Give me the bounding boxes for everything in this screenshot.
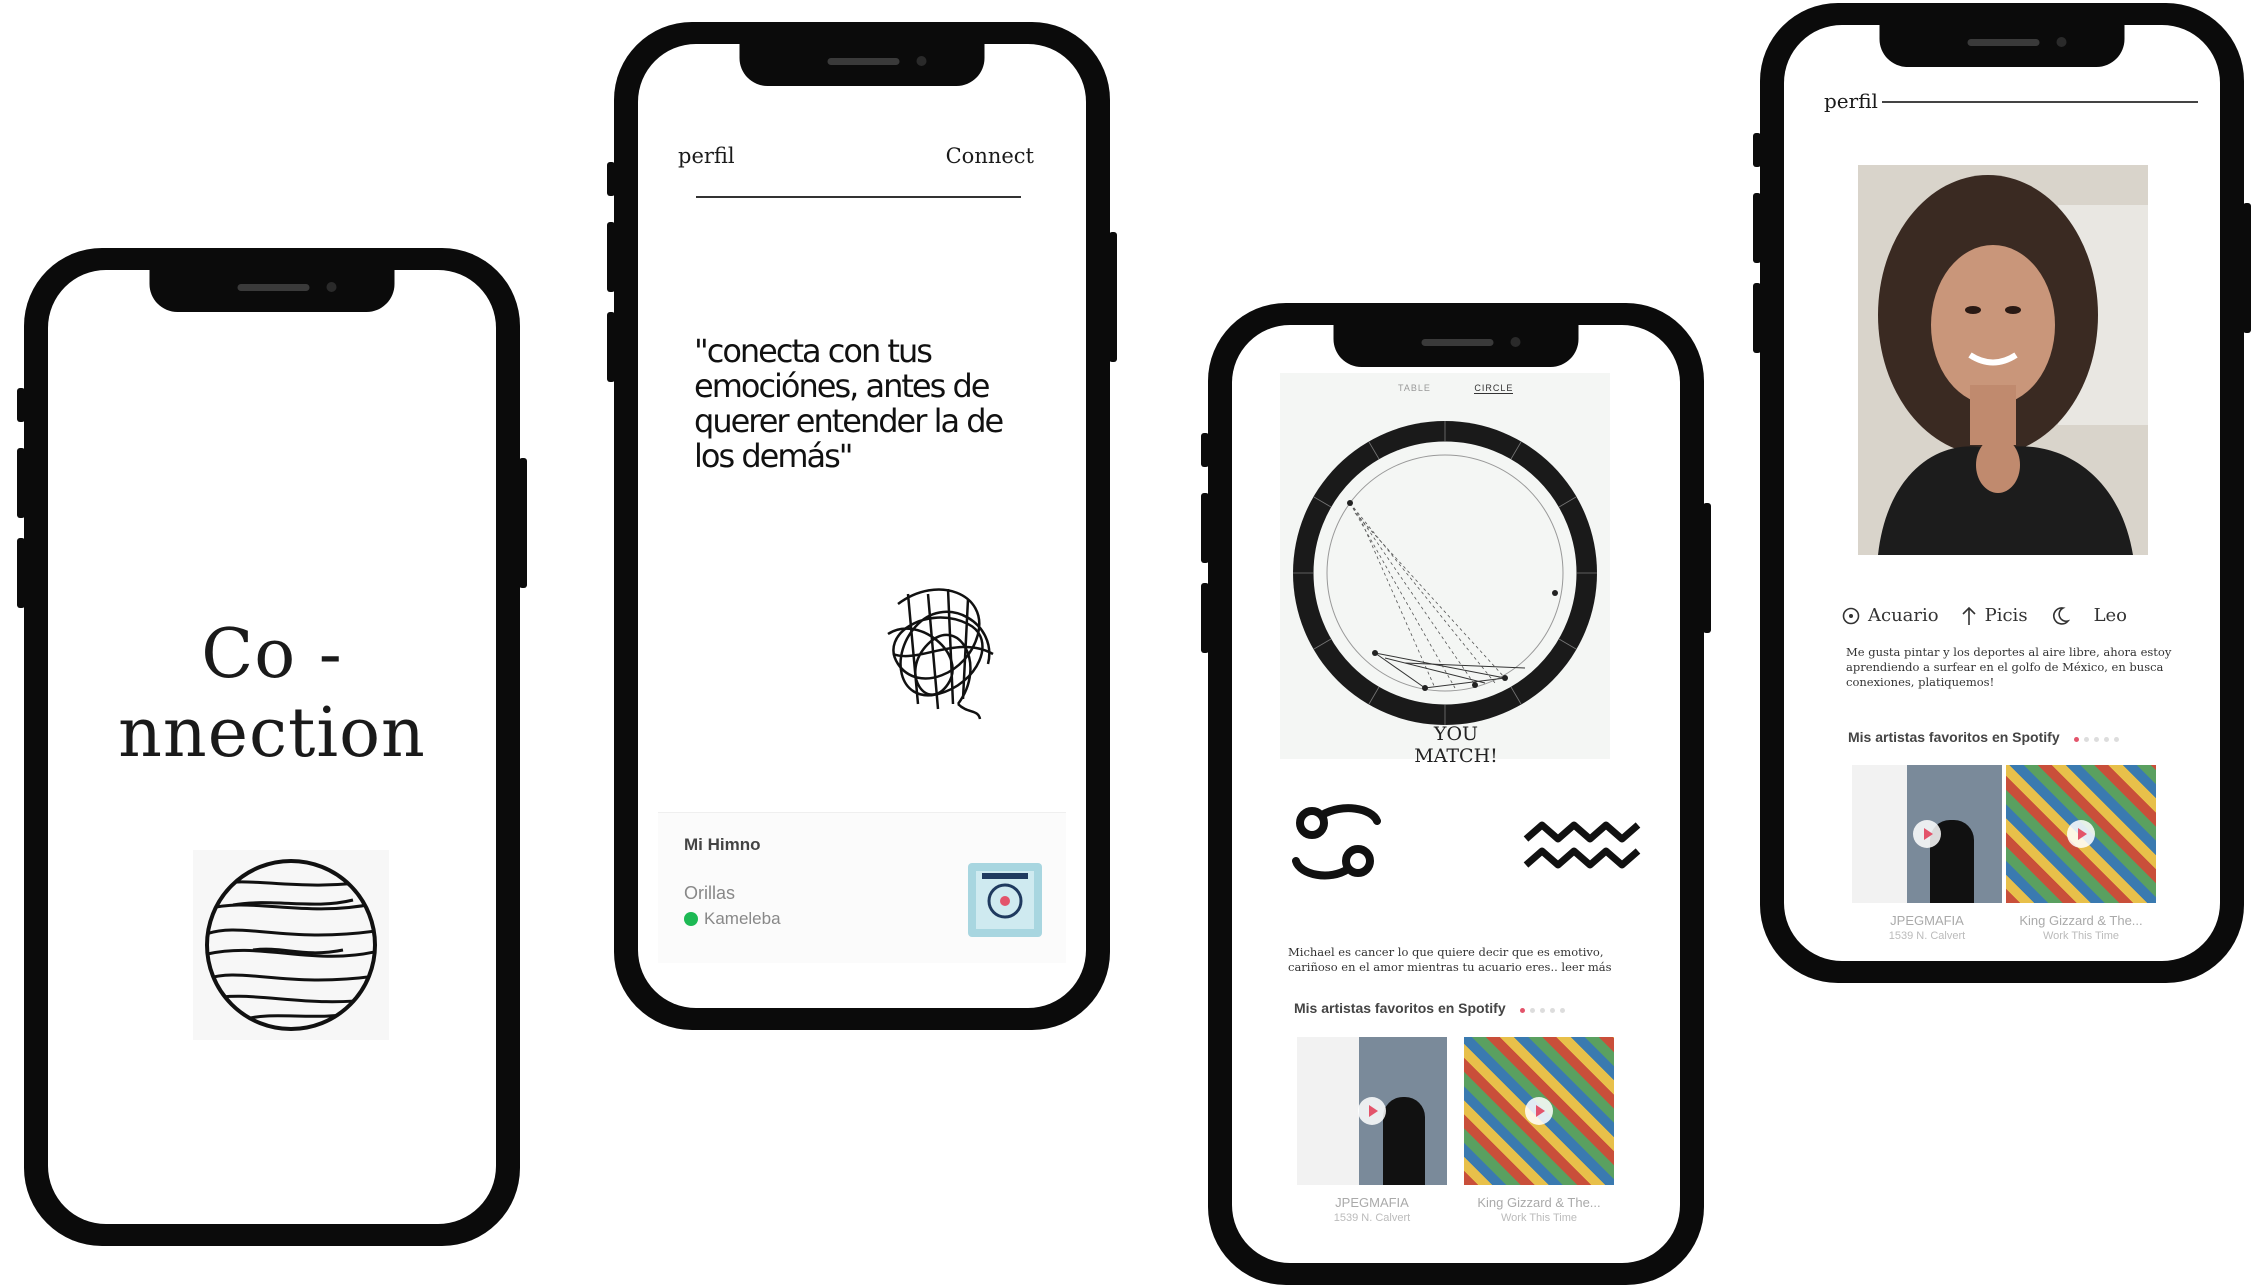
artist-row: Kameleba <box>684 909 781 929</box>
artist-card-name: King Gizzard & The... <box>2019 913 2143 928</box>
compatibility-description: Michael es cancer lo que quiere decir qu… <box>1288 945 1612 974</box>
quote-text: "conecta con tus emociónes, antes de que… <box>694 332 1004 475</box>
tab-circle[interactable]: CIRCLE <box>1474 383 1514 394</box>
favorites-heading: Mis artistas favoritos en Spotify <box>1294 1000 1570 1016</box>
splash-screen: Co - nnection <box>48 270 496 1224</box>
match-screen: TABLE CIRCLE YOU MATCH! Michael es cance… <box>1232 325 1680 1263</box>
play-icon[interactable] <box>1358 1097 1386 1125</box>
favorites-heading: Mis artistas favoritos en Spotify <box>1848 729 2124 745</box>
artist-card[interactable]: King Gizzard & The... Work This Time <box>1464 1037 1614 1224</box>
artist-card[interactable]: JPEGMAFIA 1539 N. Calvert <box>1297 1037 1447 1224</box>
phone-quote: perfil Connect "conecta con tus emocióne… <box>607 22 1117 1030</box>
profile-screen: perfil Acuario Picis Leo Me gusta pintar… <box>1784 25 2220 961</box>
play-icon[interactable] <box>1913 820 1941 848</box>
birth-chart: TABLE CIRCLE <box>1280 373 1610 759</box>
carousel-dots[interactable] <box>2073 729 2124 745</box>
phone-splash: Co - nnection <box>17 248 527 1246</box>
nav-perfil-link[interactable]: perfil <box>678 144 735 168</box>
profile-photo[interactable] <box>1858 165 2148 555</box>
rising-arrow-icon <box>1962 606 1976 625</box>
profile-title: perfil <box>1824 89 1878 113</box>
sun-sign: Acuario <box>1842 605 1939 626</box>
artist-card-track: Work This Time <box>2043 930 2119 942</box>
cancer-sign-icon <box>1292 803 1382 888</box>
favorites-heading-text: Mis artistas favoritos en Spotify <box>1294 1000 1506 1016</box>
phone-profile: perfil Acuario Picis Leo Me gusta pintar… <box>1753 3 2251 983</box>
aquarius-sign-icon <box>1522 817 1642 882</box>
artist-card-track: 1539 N. Calvert <box>1333 1212 1411 1224</box>
favorites-heading-text: Mis artistas favoritos en Spotify <box>1848 729 2060 745</box>
song-title: Orillas <box>684 883 736 903</box>
header-divider <box>696 196 1021 198</box>
match-line-2: MATCH! <box>1414 745 1498 767</box>
artist-card-name: JPEGMAFIA <box>1335 1195 1409 1210</box>
artist-card-track: 1539 N. Calvert <box>1888 930 1966 942</box>
artist-card[interactable]: King Gizzard & The... Work This Time <box>2006 765 2156 942</box>
planet-logo-icon <box>193 850 389 1040</box>
tab-table[interactable]: TABLE <box>1398 383 1431 393</box>
astro-signs-row: Acuario Picis Leo <box>1842 605 2200 626</box>
moon-icon <box>2052 606 2070 625</box>
sun-sign-label: Acuario <box>1868 605 1939 626</box>
carousel-dots[interactable] <box>1519 1000 1570 1016</box>
scribble-drawing-icon <box>858 564 1018 729</box>
artist-card-name: King Gizzard & The... <box>1477 1195 1601 1210</box>
rising-sign-label: Picis <box>1984 605 2028 626</box>
anthem-title: Mi Himno <box>684 835 761 854</box>
moon-sign: Leo <box>2050 605 2127 626</box>
play-icon[interactable] <box>1525 1097 1553 1125</box>
moon-sign-label: Leo <box>2093 605 2128 626</box>
play-icon[interactable] <box>2067 820 2095 848</box>
anthem-card[interactable]: Mi Himno Orillas Kameleba <box>658 812 1066 963</box>
artist-name: Kameleba <box>704 909 781 928</box>
artist-card-track: Work This Time <box>1501 1212 1577 1224</box>
phone-match: TABLE CIRCLE YOU MATCH! Michael es cance… <box>1201 303 1711 1285</box>
match-title: YOU MATCH! <box>1232 723 1680 767</box>
zodiac-wheel-icon <box>1293 421 1597 725</box>
album-cover[interactable] <box>968 863 1042 937</box>
artist-card[interactable]: JPEGMAFIA 1539 N. Calvert <box>1852 765 2002 942</box>
nav-connect-link[interactable]: Connect <box>946 144 1034 168</box>
quote-screen: perfil Connect "conecta con tus emocióne… <box>638 44 1086 1008</box>
profile-bio: Me gusta pintar y los deportes al aire l… <box>1846 645 2172 689</box>
artist-card-name: JPEGMAFIA <box>1890 913 1964 928</box>
match-line-1: YOU <box>1433 723 1479 745</box>
header-divider <box>1882 101 2198 103</box>
rising-sign: Picis <box>1961 605 2028 626</box>
sun-icon <box>1842 607 1860 624</box>
spotify-icon <box>684 912 698 926</box>
app-logo-text: Co - nnection <box>118 615 426 773</box>
